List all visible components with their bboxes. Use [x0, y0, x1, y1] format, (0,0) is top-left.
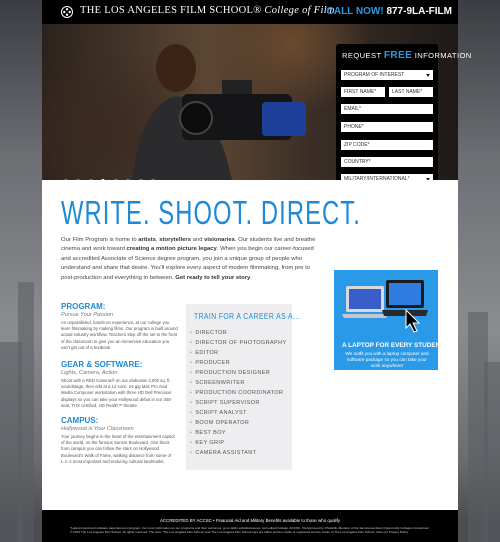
section-subtitle-gear: Lights, Camera, Action — [61, 370, 118, 376]
section-body-gear: Shoot with a RED Camera® on our elaborat… — [61, 378, 173, 408]
top-bar: THE LOS ANGELES FILM SCHOOL® College of … — [42, 0, 458, 24]
section-body-program: As unparalleled, hands-on experience, at… — [61, 320, 178, 350]
school-name: THE LOS ANGELES FILM SCHOOL® — [80, 5, 262, 16]
career-item: EDITOR — [190, 350, 218, 356]
intro-text: . — [250, 274, 252, 281]
careers-box: TRAIN FOR A CAREER AS A... DIRECTOR DIRE… — [186, 304, 299, 470]
career-item: PRODUCTION DESIGNER — [190, 370, 270, 376]
career-item: PRODUCER — [190, 360, 230, 366]
promo-body: We outfit you with a laptop computer and… — [345, 351, 429, 368]
form-title: REQUEST FREE INFORMATION — [342, 50, 472, 61]
career-item: BEST BOY — [190, 430, 226, 436]
laptop-promo[interactable]: A LAPTOP FOR EVERY STUDENT* We outfit yo… — [334, 270, 447, 370]
section-title-program: PROGRAM: — [61, 302, 106, 311]
legal-disclaimer: *Laptop brand and software dependent on … — [70, 526, 430, 534]
call-now-phone[interactable]: CALL NOW! 877-9LA-FILM — [327, 6, 452, 17]
career-item: KEY GRIP — [190, 440, 224, 446]
section-title-gear: GEAR & SOFTWARE: — [61, 360, 143, 369]
laptops-image — [342, 280, 428, 333]
main-content: WRITE. SHOOT. DIRECT. Our Film Program i… — [42, 180, 458, 510]
careers-title: TRAIN FOR A CAREER AS A... — [194, 312, 300, 321]
form-title-suffix: INFORMATION — [414, 51, 472, 60]
career-item: SCRIPT SUPERVISOR — [190, 400, 260, 406]
intro-emphasis: storytellers — [159, 237, 191, 243]
promo-title: A LAPTOP FOR EVERY STUDENT* — [342, 342, 447, 349]
intro-emphasis: creating a motion picture legacy — [126, 246, 217, 253]
last-name-field[interactable]: LAST NAME* — [389, 87, 433, 97]
career-item: BOOM OPERATOR — [190, 420, 249, 426]
intro-text: Our Film Program is home to — [61, 237, 139, 243]
call-now-label: CALL NOW! — [326, 6, 384, 17]
intro-text: and — [191, 237, 205, 243]
phone-field[interactable]: PHONE* — [341, 122, 433, 132]
career-item: PRODUCTION COORDINATOR — [190, 390, 283, 396]
page-headline: WRITE. SHOOT. DIRECT. — [61, 194, 361, 231]
form-title-free: FREE — [383, 50, 413, 61]
first-name-field[interactable]: FIRST NAME* — [341, 87, 385, 97]
program-of-interest-select[interactable]: PROGRAM OF INTEREST — [341, 70, 433, 80]
email-field[interactable]: EMAIL* — [341, 104, 433, 114]
slider-dots[interactable] — [64, 170, 159, 180]
career-item: DIRECTOR OF PHOTOGRAPHY — [190, 340, 287, 346]
section-subtitle-program: Pursue Your Passion — [61, 312, 114, 318]
country-field[interactable]: COUNTRY* — [341, 157, 433, 167]
footer: ACCREDITED BY ACCSC • Financial Aid and … — [42, 510, 458, 542]
section-title-campus: CAMPUS: — [61, 416, 99, 425]
intro-emphasis: artists — [138, 237, 156, 243]
career-item: SCREENWRITER — [190, 380, 245, 386]
zip-code-field[interactable]: ZIP CODE* — [341, 140, 433, 150]
accreditation-line: ACCREDITED BY ACCSC • Financial Aid and … — [159, 518, 341, 523]
intro-emphasis: visionaries — [204, 237, 235, 243]
film-reel-logo-icon — [61, 6, 73, 18]
school-logo-text[interactable]: THE LOS ANGELES FILM SCHOOL® College of … — [80, 5, 335, 16]
career-item: DIRECTOR — [190, 330, 227, 336]
filmmaker-with-camera-image — [132, 44, 306, 180]
section-subtitle-campus: Hollywood is Your Classroom — [61, 426, 134, 432]
phone-number: 877-9LA-FILM — [386, 6, 452, 17]
section-body-campus: Your journey begins in the heart of the … — [61, 434, 175, 464]
college-name: College of Film — [264, 5, 335, 16]
intro-paragraph: Our Film Program is home to artists, sto… — [61, 236, 323, 283]
career-item: SCRIPT ANALYST — [190, 410, 247, 416]
form-title-prefix: REQUEST — [342, 51, 382, 60]
career-item: CAMERA ASSISTANT — [190, 450, 256, 456]
intro-emphasis: Get ready to tell your story — [175, 274, 251, 281]
